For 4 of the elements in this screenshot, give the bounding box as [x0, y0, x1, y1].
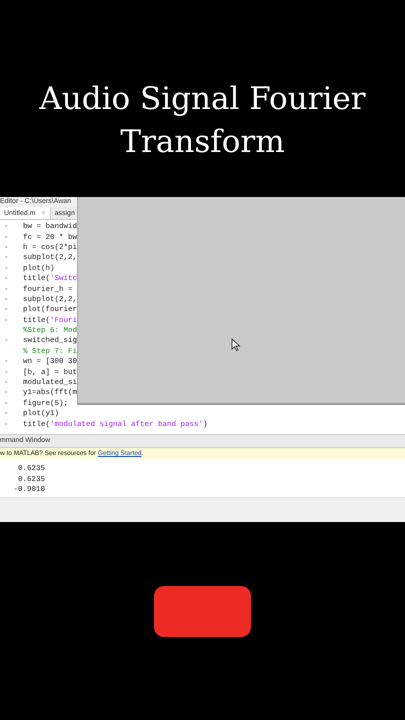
- pointer-icon: [231, 338, 241, 351]
- video-title: Audio Signal Fourier: [39, 80, 366, 119]
- video-title: Transform: [120, 123, 285, 162]
- action-button[interactable]: [154, 586, 251, 636]
